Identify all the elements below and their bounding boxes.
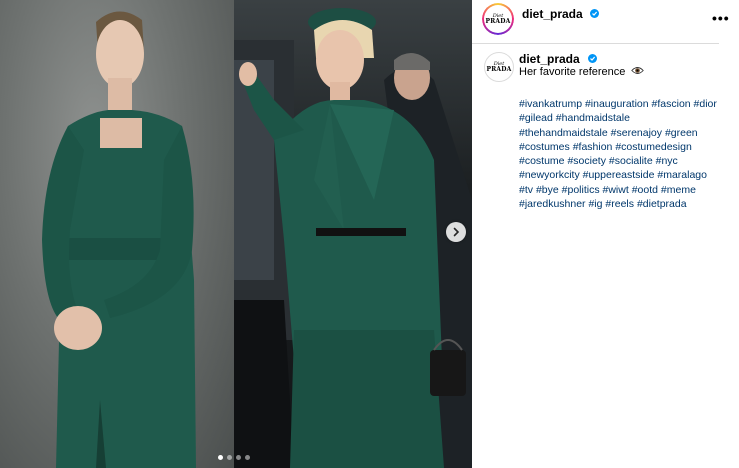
- carousel-indicator: [218, 455, 250, 460]
- hashtag-list: #ivankatrump #inauguration #fascion #dio…: [519, 97, 719, 211]
- logo-text-bottom: PRADA: [485, 17, 511, 25]
- hashtag-link[interactable]: #ivankatrump: [519, 98, 582, 110]
- caption-text: Her favorite reference: [519, 66, 645, 78]
- hashtag-link[interactable]: #costumes: [519, 141, 570, 153]
- hashtag-link[interactable]: #thehandmaidstale: [519, 127, 608, 139]
- hashtag-link[interactable]: #costume: [519, 155, 565, 167]
- next-slide-button[interactable]: [446, 222, 466, 242]
- caption-avatar[interactable]: Diet PRADA: [484, 52, 514, 82]
- hashtag-link[interactable]: #reels: [605, 198, 634, 210]
- hashtag-link[interactable]: #wiwt: [603, 184, 629, 196]
- hashtag-link[interactable]: #serenajoy: [611, 127, 662, 139]
- post-header: Diet PRADA diet_prada •••: [472, 0, 729, 44]
- author-avatar[interactable]: Diet PRADA: [482, 3, 514, 35]
- hashtag-link[interactable]: #newyorkcity: [519, 169, 580, 181]
- chevron-right-icon: [453, 227, 460, 237]
- carousel-dot: [227, 455, 232, 460]
- hashtag-link[interactable]: #fascion: [652, 98, 691, 110]
- hashtag-link[interactable]: #green: [665, 127, 698, 139]
- post-side-panel: Diet PRADA diet_prada ••• Diet PRADA die…: [472, 0, 739, 468]
- hashtag-link[interactable]: #inauguration: [585, 98, 649, 110]
- hashtag-link[interactable]: #handmaidstale: [556, 112, 630, 124]
- post-media-carousel[interactable]: [0, 0, 472, 468]
- logo-text-bottom: PRADA: [486, 65, 512, 73]
- caption-body: Her favorite reference: [519, 66, 626, 78]
- carousel-dot: [245, 455, 250, 460]
- hashtag-link[interactable]: #dietprada: [637, 198, 687, 210]
- hashtag-link[interactable]: #nyc: [656, 155, 678, 167]
- hashtag-link[interactable]: #gilead: [519, 112, 553, 124]
- hashtag-link[interactable]: #fashion: [573, 141, 613, 153]
- hashtag-link[interactable]: #maralago: [657, 169, 707, 181]
- hashtag-link[interactable]: #dior: [694, 98, 717, 110]
- hashtag-link[interactable]: #uppereastside: [583, 169, 655, 181]
- photo-left-handmaid: [0, 0, 234, 468]
- photo-right-ivanka: [234, 0, 472, 468]
- hashtag-link[interactable]: #jaredkushner: [519, 198, 586, 210]
- carousel-dot: [218, 455, 223, 460]
- hashtag-link[interactable]: #society: [567, 155, 606, 167]
- more-options-button[interactable]: •••: [712, 10, 730, 26]
- hashtag-link[interactable]: #ootd: [632, 184, 658, 196]
- verified-badge-icon: [588, 54, 597, 63]
- hashtag-link[interactable]: #costumedesign: [615, 141, 691, 153]
- carousel-dot: [236, 455, 241, 460]
- hashtag-link[interactable]: #tv: [519, 184, 533, 196]
- hashtag-link[interactable]: #politics: [562, 184, 600, 196]
- photo-right-illustration: [234, 8, 472, 468]
- author-username[interactable]: diet_prada: [522, 7, 583, 21]
- hashtag-link[interactable]: #bye: [536, 184, 559, 196]
- eye-emoji-icon: [631, 66, 645, 78]
- caption-username[interactable]: diet_prada: [519, 52, 580, 66]
- photo-left-illustration: [42, 11, 196, 468]
- hashtag-link[interactable]: #socialite: [609, 155, 653, 167]
- verified-badge-icon: [590, 9, 599, 18]
- hashtag-link[interactable]: #ig: [588, 198, 602, 210]
- hashtag-link[interactable]: #meme: [661, 184, 696, 196]
